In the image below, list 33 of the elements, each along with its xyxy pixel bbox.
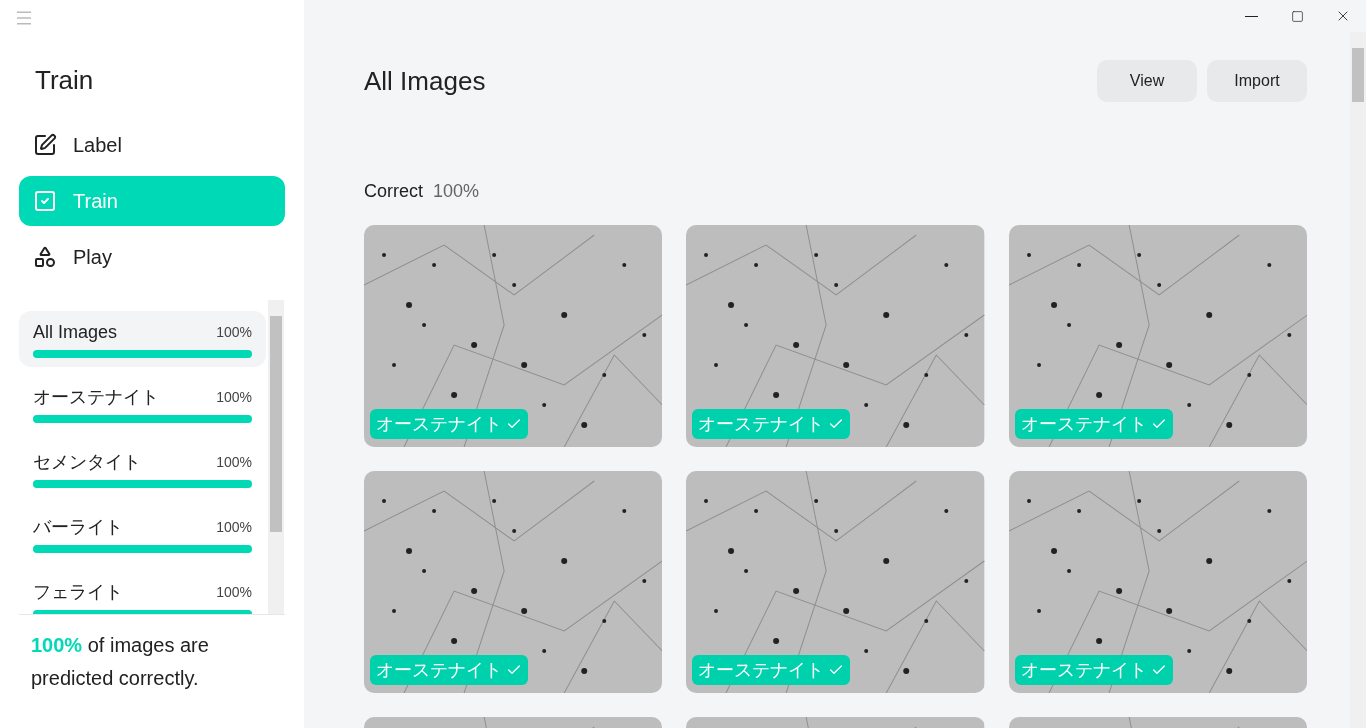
toolbar-button[interactable]: View — [1097, 60, 1197, 102]
nav-item[interactable]: Label — [19, 120, 285, 170]
sidebar-title: Train — [34, 64, 95, 96]
scrollbar[interactable] — [268, 300, 284, 614]
summary-text: 100% of images are predicted correctly. — [30, 633, 210, 691]
maximize-icon — [1290, 9, 1304, 23]
label-text: オーステナイト — [1020, 658, 1147, 682]
checkbox-icon — [33, 189, 57, 213]
label-text: オーステナイト — [376, 412, 502, 436]
category-percent: 100% — [216, 583, 252, 602]
category-percent: 100% — [216, 453, 252, 472]
section-label: Correct — [364, 180, 423, 203]
shapes-icon — [33, 245, 57, 269]
category-name: セメンタイト — [33, 451, 141, 474]
category-name: オーステナイト — [33, 386, 159, 409]
scrollbar[interactable] — [1350, 32, 1366, 728]
category-name: バーライト — [33, 516, 123, 539]
category-percent: 100% — [216, 518, 252, 537]
label-text: オーステナイト — [376, 658, 502, 682]
category-name: All Images — [33, 321, 118, 344]
page-title: All Images — [364, 64, 486, 98]
category-percent: 100% — [216, 388, 252, 407]
section-percent: 100% — [433, 180, 480, 203]
label-text: オーステナイト — [698, 658, 825, 682]
nav-item[interactable]: Play — [19, 232, 285, 282]
category-item[interactable]: All Images 100% — [19, 311, 266, 367]
toolbar-button[interactable]: Import — [1207, 60, 1307, 102]
label-text: オーステナイト — [698, 412, 825, 436]
category-name: フェライト — [33, 581, 123, 604]
pencil-square-icon — [33, 133, 57, 157]
label-text: オーステナイト — [1020, 412, 1147, 436]
category-percent: 100% — [216, 323, 252, 342]
minimize-icon — [1244, 15, 1258, 17]
